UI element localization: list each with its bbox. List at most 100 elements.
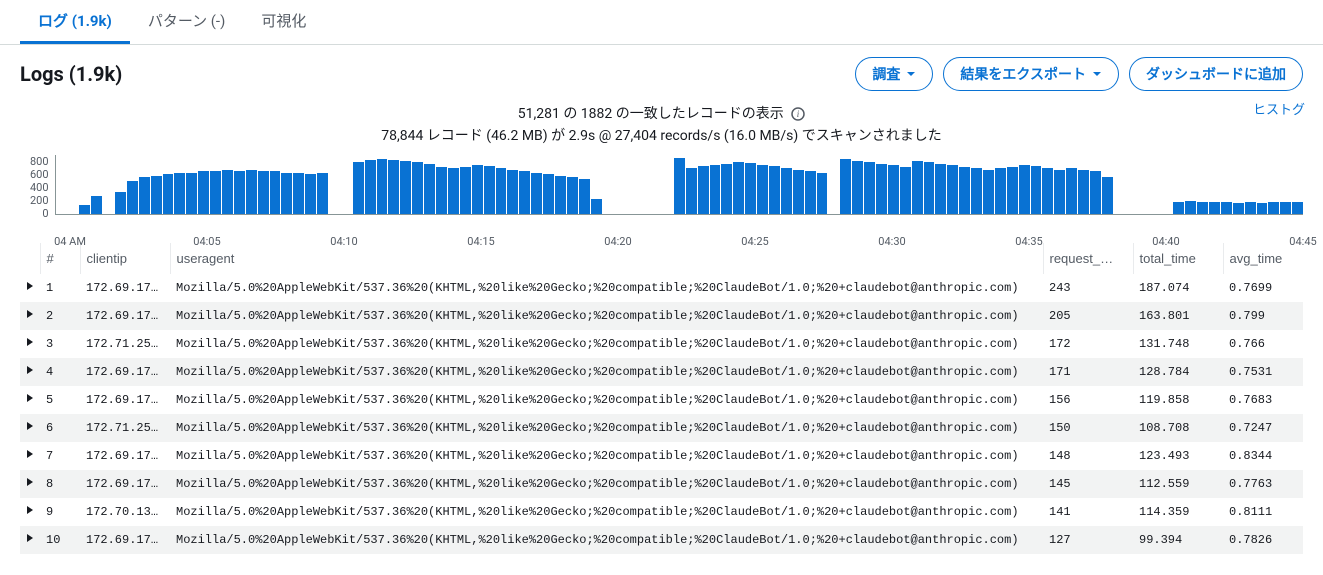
histogram-bar[interactable]	[377, 159, 388, 214]
expand-toggle[interactable]	[20, 414, 40, 442]
histogram-bar[interactable]	[1090, 171, 1101, 214]
histogram-bar[interactable]	[1257, 203, 1268, 214]
expand-toggle[interactable]	[20, 302, 40, 330]
histogram-bar[interactable]	[1007, 167, 1018, 214]
histogram-bar[interactable]	[186, 173, 197, 214]
table-row[interactable]: 9172.70.131…Mozilla/5.0%20AppleWebKit/53…	[20, 498, 1303, 526]
histogram-bar[interactable]	[888, 165, 899, 214]
histogram-bar[interactable]	[959, 167, 970, 214]
histogram-bar[interactable]	[163, 174, 174, 214]
histogram-bar[interactable]	[151, 176, 162, 214]
histogram-bar[interactable]	[400, 161, 411, 214]
histogram-link[interactable]: ヒストグ	[1253, 99, 1305, 118]
histogram-bar[interactable]	[1066, 168, 1077, 214]
histogram-bar[interactable]	[1245, 202, 1256, 214]
bars-container[interactable]	[55, 155, 1303, 215]
histogram-bar[interactable]	[567, 177, 578, 214]
expand-toggle[interactable]	[20, 386, 40, 414]
histogram-bar[interactable]	[472, 165, 483, 214]
histogram-bar[interactable]	[484, 166, 495, 214]
expand-toggle[interactable]	[20, 358, 40, 386]
expand-toggle[interactable]	[20, 274, 40, 302]
table-row[interactable]: 5172.69.17.…Mozilla/5.0%20AppleWebKit/53…	[20, 386, 1303, 414]
histogram-bar[interactable]	[507, 170, 518, 214]
histogram-bar[interactable]	[947, 165, 958, 214]
table-row[interactable]: 4172.69.17.…Mozilla/5.0%20AppleWebKit/53…	[20, 358, 1303, 386]
histogram-bar[interactable]	[436, 167, 447, 214]
histogram-bar[interactable]	[1221, 202, 1232, 214]
expand-toggle[interactable]	[20, 442, 40, 470]
histogram-bar[interactable]	[460, 167, 471, 214]
col-request[interactable]: request_…	[1043, 243, 1133, 274]
histogram-bar[interactable]	[733, 162, 744, 214]
export-button[interactable]: 結果をエクスポート	[943, 57, 1119, 91]
histogram-bar[interactable]	[424, 164, 435, 214]
histogram-bar[interactable]	[793, 170, 804, 214]
histogram-bar[interactable]	[769, 166, 780, 214]
histogram-bar[interactable]	[91, 196, 102, 214]
table-row[interactable]: 7172.69.17.…Mozilla/5.0%20AppleWebKit/53…	[20, 442, 1303, 470]
histogram-bar[interactable]	[1102, 177, 1113, 214]
histogram-bar[interactable]	[710, 165, 721, 214]
table-row[interactable]: 8172.69.17.…Mozilla/5.0%20AppleWebKit/53…	[20, 470, 1303, 498]
histogram-bar[interactable]	[246, 170, 257, 214]
histogram-bar[interactable]	[496, 168, 507, 214]
histogram-bar[interactable]	[353, 162, 364, 214]
table-row[interactable]: 10172.69.17.…Mozilla/5.0%20AppleWebKit/5…	[20, 526, 1303, 554]
histogram-bar[interactable]	[448, 168, 459, 214]
histogram-bar[interactable]	[210, 171, 221, 214]
histogram-bar[interactable]	[805, 171, 816, 214]
histogram-bar[interactable]	[1197, 202, 1208, 214]
histogram-bar[interactable]	[115, 192, 126, 214]
histogram-bar[interactable]	[317, 173, 328, 214]
info-icon[interactable]: i	[791, 107, 805, 121]
col-clientip[interactable]: clientip	[80, 243, 170, 274]
histogram-bar[interactable]	[412, 162, 423, 214]
histogram-bar[interactable]	[127, 181, 138, 214]
histogram-bar[interactable]	[840, 159, 851, 214]
histogram-bar[interactable]	[935, 164, 946, 214]
histogram-bar[interactable]	[1233, 203, 1244, 214]
histogram-bar[interactable]	[864, 162, 875, 214]
histogram-bar[interactable]	[757, 165, 768, 214]
histogram-bar[interactable]	[817, 173, 828, 214]
histogram-bar[interactable]	[698, 166, 709, 214]
histogram-bar[interactable]	[234, 171, 245, 214]
table-row[interactable]: 3172.71.254…Mozilla/5.0%20AppleWebKit/53…	[20, 330, 1303, 358]
histogram-bar[interactable]	[139, 177, 150, 214]
expand-toggle[interactable]	[20, 470, 40, 498]
histogram-bar[interactable]	[1173, 202, 1184, 214]
expand-toggle[interactable]	[20, 526, 40, 554]
histogram-bar[interactable]	[852, 161, 863, 214]
histogram-bar[interactable]	[686, 168, 697, 214]
histogram-bar[interactable]	[674, 158, 685, 214]
histogram-bar[interactable]	[781, 168, 792, 214]
histogram-bar[interactable]	[1042, 168, 1053, 214]
histogram-bar[interactable]	[305, 174, 316, 214]
tab-0[interactable]: ログ (1.9k)	[20, 0, 130, 44]
histogram-bar[interactable]	[876, 164, 887, 214]
histogram-bar[interactable]	[365, 160, 376, 214]
histogram-bar[interactable]	[1019, 165, 1030, 214]
histogram-bar[interactable]	[721, 164, 732, 214]
histogram-bar[interactable]	[983, 170, 994, 214]
histogram-bar[interactable]	[1185, 201, 1196, 214]
histogram-bar[interactable]	[971, 168, 982, 214]
histogram-bar[interactable]	[198, 171, 209, 214]
histogram-bar[interactable]	[900, 167, 911, 214]
tab-1[interactable]: パターン (-)	[130, 0, 243, 44]
histogram-bar[interactable]	[1078, 170, 1089, 214]
histogram-bar[interactable]	[591, 199, 602, 214]
expand-toggle[interactable]	[20, 498, 40, 526]
expand-toggle[interactable]	[20, 330, 40, 358]
histogram-bar[interactable]	[912, 161, 923, 214]
histogram-bar[interactable]	[388, 160, 399, 214]
histogram-bar[interactable]	[579, 179, 590, 214]
histogram-bar[interactable]	[543, 174, 554, 214]
tab-2[interactable]: 可視化	[243, 0, 324, 44]
histogram-bar[interactable]	[293, 173, 304, 214]
histogram-bar[interactable]	[555, 176, 566, 214]
histogram-bar[interactable]	[281, 173, 292, 214]
histogram-bar[interactable]	[531, 173, 542, 214]
investigate-button[interactable]: 調査	[855, 57, 933, 91]
